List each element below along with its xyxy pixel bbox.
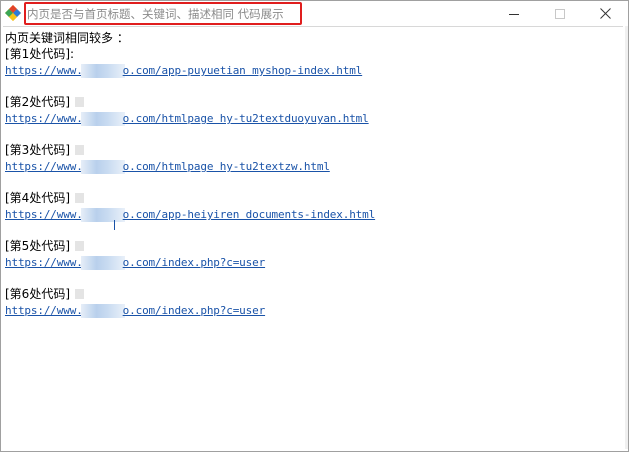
redacted-mask xyxy=(75,241,84,251)
right-edge-border xyxy=(625,26,628,449)
text-caret xyxy=(114,220,115,230)
redacted-mask xyxy=(80,256,125,270)
output-content: 内页关键词相同较多 ： [第1处代码]: https://www. o.com/a… xyxy=(5,31,623,318)
code-block-url-link[interactable]: https://www. o.com/index.php?c=user xyxy=(5,304,265,318)
output-text-area[interactable]: 内页关键词相同较多 ： [第1处代码]: https://www. o.com/a… xyxy=(3,26,623,448)
code-block-label: [第5处代码] xyxy=(5,238,623,254)
redacted-mask xyxy=(80,64,125,78)
code-block-url-line: https://www. o.com/htmlpage hy-tu2textduo… xyxy=(5,110,623,126)
redacted-mask xyxy=(75,97,84,107)
code-block-label: [第1处代码]: xyxy=(5,47,75,61)
redacted-mask xyxy=(80,208,125,222)
code-block-url-line: https://www. o.com/index.php?c=user xyxy=(5,254,623,270)
app-window: 内页是否与首页标题、关键词、描述相同 代码展示 内页关键词相同较多 ： [第1处… xyxy=(0,0,629,452)
code-block-url-line: https://www. o.com/app-heiyiren documents… xyxy=(5,206,623,230)
code-block-url-line: https://www. o.com/index.php?c=user xyxy=(5,302,623,318)
code-block-url-line: https://www. o.com/htmlpage hy-tu2textzw.… xyxy=(5,158,623,174)
code-block-url-link[interactable]: https://www. o.com/htmlpage hy-tu2textduo… xyxy=(5,112,369,126)
redacted-mask xyxy=(80,112,125,126)
minimize-icon xyxy=(509,4,519,23)
window-title-highlight: 内页是否与首页标题、关键词、描述相同 代码展示 xyxy=(24,2,302,25)
code-block-url-link[interactable]: https://www. o.com/app-heiyiren documents… xyxy=(5,208,375,222)
code-block-label: [第2处代码] xyxy=(5,94,623,110)
code-block-label: [第6处代码] xyxy=(5,286,623,302)
code-block-url-link[interactable]: https://www. o.com/htmlpage hy-tu2textzw.… xyxy=(5,160,330,174)
redacted-mask xyxy=(75,289,84,299)
code-block-label: [第3处代码] xyxy=(5,142,623,158)
maximize-button[interactable] xyxy=(537,1,583,25)
code-block-url-line: https://www. o.com/app-puyuetian myshop-i… xyxy=(5,62,623,78)
result-heading: 内页关键词相同较多 ： xyxy=(5,31,129,45)
minimize-button[interactable] xyxy=(491,1,537,25)
code-block-url-link[interactable]: https://www. o.com/app-puyuetian myshop-i… xyxy=(5,64,362,78)
title-bar[interactable]: 内页是否与首页标题、关键词、描述相同 代码展示 xyxy=(1,1,628,25)
redacted-mask xyxy=(80,304,125,318)
close-button[interactable] xyxy=(582,1,628,25)
close-icon xyxy=(599,4,611,23)
maximize-icon xyxy=(555,4,565,23)
window-title: 内页是否与首页标题、关键词、描述相同 代码展示 xyxy=(27,6,284,21)
code-block-label: [第4处代码] xyxy=(5,190,623,206)
app-logo-icon xyxy=(4,4,22,22)
redacted-mask xyxy=(75,145,84,155)
code-block-url-link[interactable]: https://www. o.com/index.php?c=user xyxy=(5,256,265,270)
redacted-mask xyxy=(75,193,84,203)
redacted-mask xyxy=(80,160,125,174)
